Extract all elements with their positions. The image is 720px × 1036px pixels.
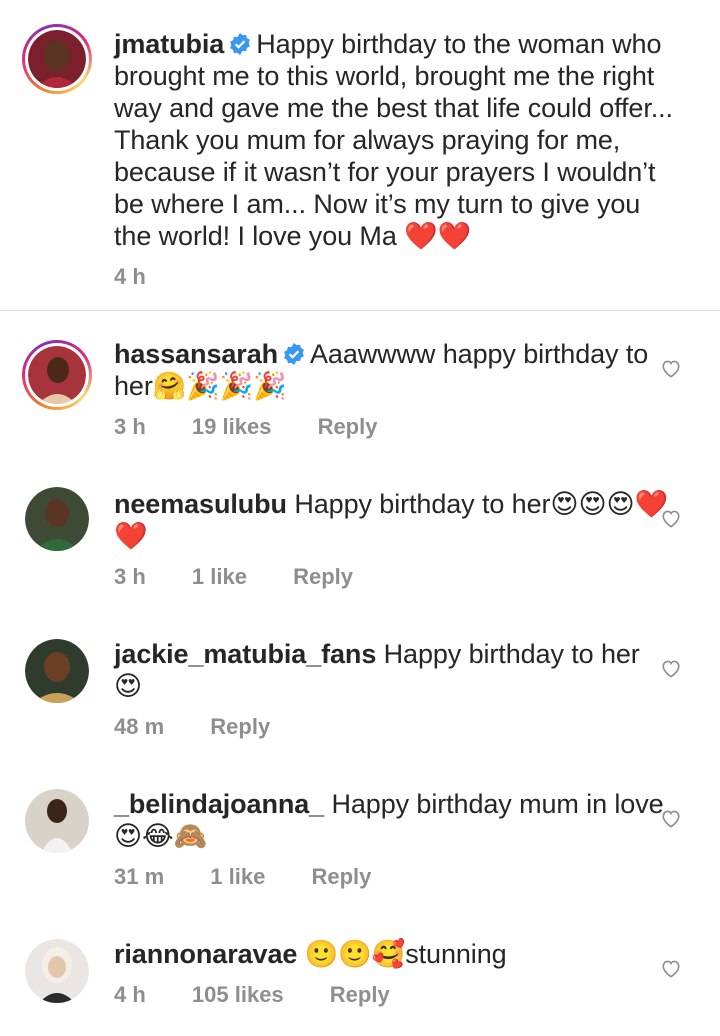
reply-button[interactable]: Reply: [311, 864, 371, 889]
comment-likes[interactable]: 1 like: [210, 864, 265, 889]
avatar-photo: [25, 639, 89, 703]
avatar-photo: [25, 789, 89, 853]
heart-outline-icon[interactable]: [660, 508, 682, 528]
comment-text: 🙂🙂🥰stunning: [304, 939, 507, 969]
avatar[interactable]: [22, 484, 92, 554]
comment-username[interactable]: _belindajoanna_: [114, 789, 324, 819]
comment-username[interactable]: hassansarah: [114, 339, 278, 369]
avatar-photo: [28, 30, 86, 88]
reply-button[interactable]: Reply: [330, 982, 390, 1007]
comment-time: 4 h: [114, 982, 146, 1007]
reply-button[interactable]: Reply: [210, 714, 270, 739]
caption-text: Happy birthday to the woman who brought …: [114, 29, 673, 251]
comment-time: 31 m: [114, 864, 165, 889]
caption-time: 4 h: [114, 264, 146, 289]
comment-time: 3 h: [114, 414, 146, 439]
reply-button[interactable]: Reply: [293, 564, 353, 589]
avatar[interactable]: [22, 936, 92, 1006]
avatar[interactable]: [22, 24, 92, 94]
comment-time: 48 m: [114, 714, 165, 739]
heart-outline-icon[interactable]: [660, 658, 682, 678]
verified-badge-icon: [230, 33, 251, 55]
comment-likes[interactable]: 19 likes: [192, 414, 272, 439]
avatar-photo: [28, 346, 86, 404]
avatar[interactable]: [22, 340, 92, 410]
verified-badge-icon: [284, 343, 304, 365]
comment-likes[interactable]: 1 like: [192, 564, 247, 589]
comment-time: 3 h: [114, 564, 146, 589]
comment-likes[interactable]: 105 likes: [192, 982, 284, 1007]
divider: [0, 310, 720, 311]
avatar-photo: [25, 939, 89, 1003]
comment-username[interactable]: riannonaravae: [114, 939, 297, 969]
caption-username[interactable]: jmatubia: [114, 29, 224, 59]
comment-username[interactable]: neemasulubu: [114, 489, 287, 519]
heart-outline-icon[interactable]: [660, 358, 682, 378]
avatar[interactable]: [22, 786, 92, 856]
avatar[interactable]: [22, 636, 92, 706]
post-caption: jmatubia Happy birthday to the woman who …: [0, 0, 720, 310]
comment-username[interactable]: jackie_matubia_fans: [114, 639, 376, 669]
avatar-photo: [25, 487, 89, 551]
heart-outline-icon[interactable]: [660, 958, 682, 978]
reply-button[interactable]: Reply: [318, 414, 378, 439]
heart-outline-icon[interactable]: [660, 808, 682, 828]
